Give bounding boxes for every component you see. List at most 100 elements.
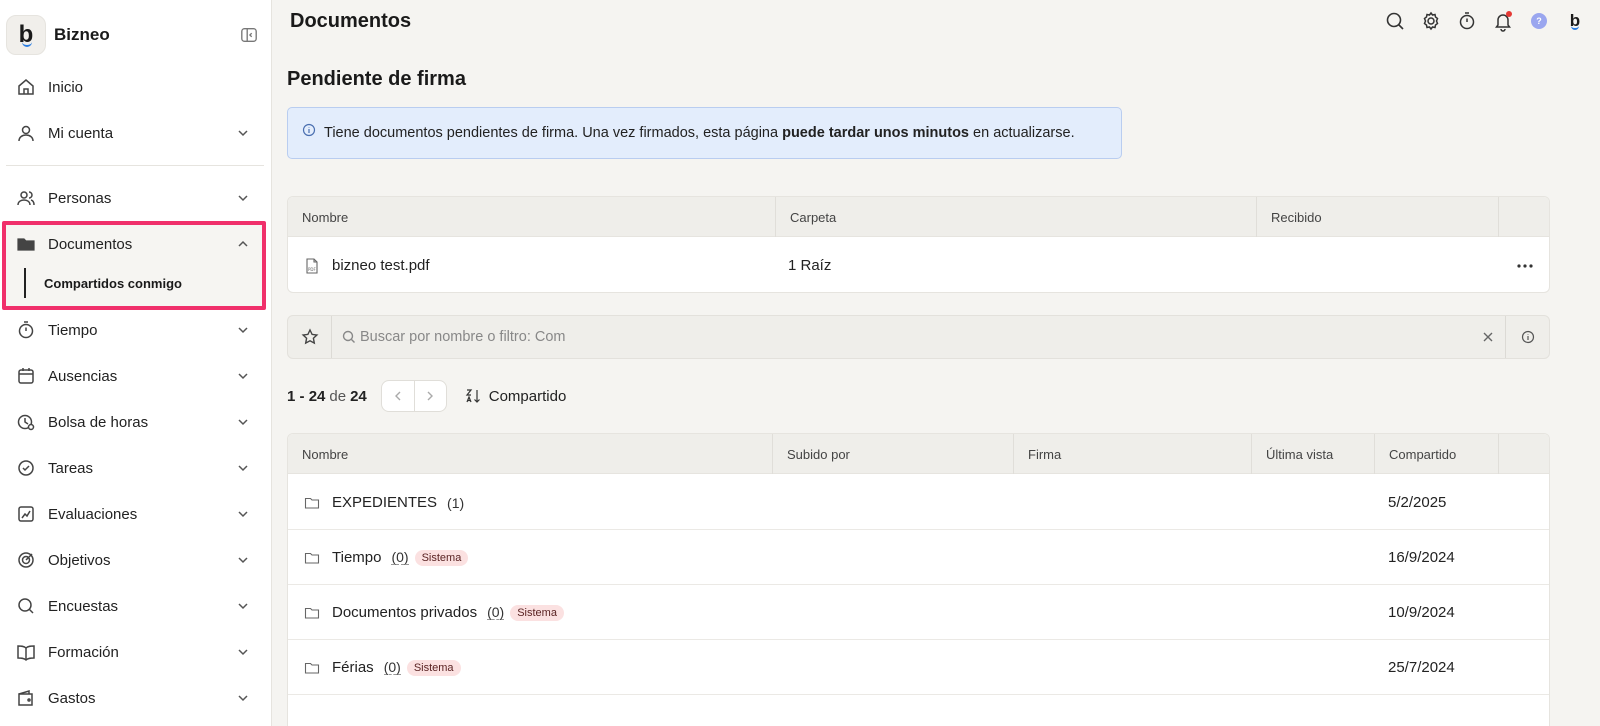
column-header-compartido[interactable]: Compartido: [1374, 434, 1498, 474]
folder-name[interactable]: EXPEDIENTES: [332, 494, 437, 511]
column-header-nombre[interactable]: Nombre: [288, 197, 775, 237]
table-row[interactable]: Tiempo (0) Sistema 16/9/2024: [288, 530, 1549, 585]
gear-icon[interactable]: [1420, 10, 1442, 32]
stopwatch-icon[interactable]: [1456, 10, 1478, 32]
topbar-icons: ? b: [1384, 10, 1586, 32]
folder-name-cell[interactable]: EXPEDIENTES (1): [304, 475, 464, 530]
table-row[interactable]: PDF bizneo test.pdf 1 Raíz: [288, 238, 1549, 292]
sidebar-item-inicio[interactable]: Inicio: [6, 67, 264, 107]
column-header-recibido[interactable]: Recibido: [1256, 197, 1498, 237]
shared-date: 16/9/2024: [1388, 549, 1455, 566]
folder-cell: 1 Raíz: [788, 257, 832, 274]
column-header-subido-por[interactable]: Subido por: [772, 434, 1013, 474]
sidebar-item-tiempo[interactable]: Tiempo: [6, 310, 264, 350]
banner-text-end: en actualizarse.: [969, 125, 1075, 141]
survey-icon: [16, 596, 36, 616]
folder-name[interactable]: Tiempo: [332, 549, 381, 566]
sidebar-item-gastos[interactable]: Gastos: [6, 678, 264, 718]
home-icon: [16, 77, 36, 97]
table-row[interactable]: Documentos privados (0) Sistema 10/9/202…: [288, 585, 1549, 640]
brand[interactable]: b Bizneo: [6, 14, 266, 56]
chevron-down-icon: [236, 645, 250, 659]
chevron-up-icon: [236, 237, 250, 251]
sidebar-item-formacion[interactable]: Formación: [6, 632, 264, 672]
table-row[interactable]: EXPEDIENTES (1) 5/2/2025: [288, 475, 1549, 530]
files-table-header: Nombre Subido por Firma Última vista Com…: [288, 434, 1549, 474]
sidebar-item-bolsa-de-horas[interactable]: Bolsa de horas: [6, 402, 264, 442]
column-header-ultima-vista[interactable]: Última vista: [1251, 434, 1374, 474]
next-page-button[interactable]: [413, 381, 446, 411]
pending-table: Nombre Carpeta Recibido PDF bizneo test.…: [287, 196, 1550, 293]
sidebar-item-mi-cuenta[interactable]: Mi cuenta: [6, 113, 264, 153]
sidebar-item-label: Tareas: [48, 459, 94, 477]
sidebar-divider: [6, 165, 264, 166]
more-options-icon[interactable]: [1515, 256, 1535, 276]
info-icon: [302, 123, 316, 137]
range-from: 1: [287, 387, 296, 405]
sidebar-toggle-icon[interactable]: [240, 26, 258, 44]
range-to: 24: [308, 387, 326, 405]
banner-text-start: Tiene documentos pendientes de firma. Un…: [324, 125, 783, 141]
sidebar-subitem-compartidos[interactable]: Compartidos conmigo: [24, 268, 182, 298]
column-header-firma[interactable]: Firma: [1013, 434, 1251, 474]
search-bar: [287, 315, 1550, 359]
chevron-down-icon: [236, 691, 250, 705]
file-name[interactable]: bizneo test.pdf: [332, 257, 430, 274]
star-icon: [301, 328, 319, 346]
user-icon: [16, 123, 36, 143]
sidebar-item-documentos[interactable]: Documentos: [6, 224, 264, 264]
shared-date: 25/7/2024: [1388, 659, 1455, 676]
folder-name-cell[interactable]: Férias (0) Sistema: [304, 640, 461, 695]
folder-icon: [304, 660, 320, 676]
column-header-carpeta[interactable]: Carpeta: [775, 197, 1256, 237]
chevron-down-icon: [236, 369, 250, 383]
avatar[interactable]: b: [1564, 10, 1586, 32]
info-banner-text: Tiene documentos pendientes de firma. Un…: [324, 125, 1075, 141]
main-content: Documentos ? b Pendiente de firma Tiene …: [272, 0, 1600, 726]
bell-icon[interactable]: [1492, 10, 1514, 32]
folder-name-cell[interactable]: Tiempo (0) Sistema: [304, 530, 469, 585]
sort-icon: [465, 388, 489, 404]
pending-signature-title: Pendiente de firma: [287, 68, 466, 90]
calendar-icon: [16, 366, 36, 386]
sidebar-item-label: Objetivos: [48, 551, 111, 569]
folder-name[interactable]: Férias: [332, 659, 374, 676]
sidebar-item-label: Ausencias: [48, 367, 118, 385]
sidebar-item-encuestas[interactable]: Encuestas: [6, 586, 264, 626]
sidebar-item-objetivos[interactable]: Objetivos: [6, 540, 264, 580]
sidebar-item-personas[interactable]: Personas: [6, 178, 264, 218]
chart-icon: [16, 504, 36, 524]
sidebar-item-evaluaciones[interactable]: Evaluaciones: [6, 494, 264, 534]
search-info-button[interactable]: [1505, 316, 1549, 358]
column-header-actions: [1498, 434, 1549, 474]
table-row[interactable]: Férias (0) Sistema 25/7/2024: [288, 640, 1549, 695]
folder-name-cell[interactable]: Documentos privados (0) Sistema: [304, 585, 564, 640]
folder-name[interactable]: Documentos privados: [332, 604, 477, 621]
sidebar-item-label: Evaluaciones: [48, 505, 138, 523]
target-icon: [16, 550, 36, 570]
search-input[interactable]: [360, 324, 1460, 350]
sidebar-item-label: Encuestas: [48, 597, 119, 615]
sort-button[interactable]: Compartido: [465, 388, 566, 405]
previous-page-button[interactable]: [382, 381, 414, 411]
sidebar: b Bizneo Inicio Mi cuenta Personas Docum…: [0, 0, 272, 726]
help-icon[interactable]: ?: [1528, 10, 1550, 32]
sidebar-item-label: Formación: [48, 643, 119, 661]
bizneo-logo: b: [6, 15, 46, 55]
book-icon: [16, 642, 36, 662]
check-circle-icon: [16, 458, 36, 478]
sidebar-item-ausencias[interactable]: Ausencias: [6, 356, 264, 396]
search-icon[interactable]: [1384, 10, 1406, 32]
column-header-nombre[interactable]: Nombre: [288, 434, 772, 474]
shared-date: 10/9/2024: [1388, 604, 1455, 621]
pager-buttons: [380, 380, 447, 412]
chevron-down-icon: [236, 507, 250, 521]
file-name-cell[interactable]: PDF bizneo test.pdf: [304, 238, 430, 292]
favorite-filter-button[interactable]: [288, 316, 332, 358]
info-banner: Tiene documentos pendientes de firma. Un…: [287, 107, 1122, 159]
folder-icon: [304, 550, 320, 566]
close-icon[interactable]: [1481, 330, 1495, 344]
notification-dot: [1506, 11, 1512, 17]
sidebar-item-tareas[interactable]: Tareas: [6, 448, 264, 488]
chevron-down-icon: [236, 553, 250, 567]
